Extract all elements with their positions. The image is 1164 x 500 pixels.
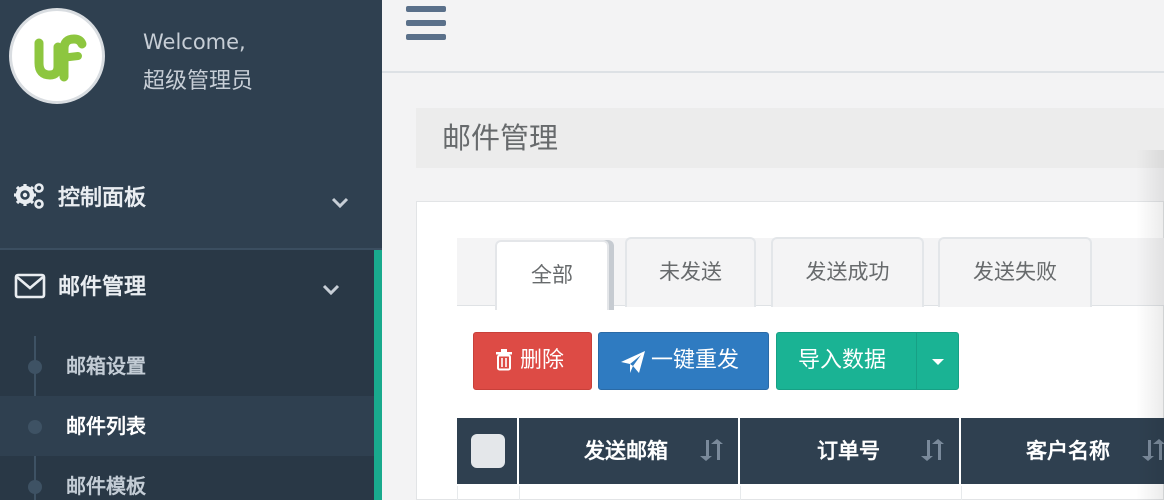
- sort-icon: [700, 439, 723, 461]
- import-dropdown-toggle[interactable]: [916, 332, 959, 390]
- tab-all[interactable]: 全部: [495, 240, 609, 310]
- column-header-label: 订单号: [817, 439, 880, 463]
- submenu-item-label: 邮箱设置: [66, 354, 146, 378]
- user-profile: Welcome, 超级管理员: [0, 0, 382, 170]
- envelope-icon: [14, 273, 46, 299]
- sidebar-item-mail-management[interactable]: 邮件管理: [0, 250, 382, 326]
- column-header-customer-name[interactable]: 客户名称: [961, 418, 1164, 484]
- import-data-button-label: 导入数据: [798, 348, 887, 373]
- delete-button[interactable]: 删除: [473, 332, 592, 390]
- select-all-checkbox[interactable]: [471, 434, 505, 468]
- logo-icon: [34, 34, 87, 82]
- column-header-order-number[interactable]: 订单号: [740, 418, 961, 484]
- chevron-down-icon: [322, 284, 340, 296]
- tab-sent-success[interactable]: 发送成功: [771, 237, 924, 307]
- submenu-item-mail-list[interactable]: 邮件列表: [0, 396, 374, 456]
- top-navbar: [382, 0, 1164, 73]
- content-panel: 全部 未发送 发送成功 发送失败 删除 一键重发 导入数据 发送邮箱 订单号 客…: [416, 201, 1164, 500]
- column-header-label: 发送邮箱: [584, 439, 668, 463]
- trash-icon: [496, 349, 512, 371]
- tab-sent-failed[interactable]: 发送失败: [938, 237, 1092, 307]
- cell-divider: [961, 486, 962, 500]
- tree-node-dot: [28, 420, 42, 434]
- page-title: 邮件管理: [442, 121, 559, 155]
- mail-submenu: 邮箱设置 邮件列表 邮件模板: [0, 326, 374, 500]
- avatar[interactable]: [9, 8, 105, 104]
- cell-divider: [519, 486, 520, 500]
- tree-node-dot: [28, 480, 42, 494]
- welcome-text: Welcome,: [143, 30, 246, 54]
- caret-down-icon: [932, 359, 944, 365]
- submenu-item-mailbox-settings[interactable]: 邮箱设置: [0, 336, 374, 396]
- submenu-item-label: 邮件列表: [66, 414, 146, 438]
- overlay-shadow: [1136, 150, 1164, 500]
- column-header-sender-email[interactable]: 发送邮箱: [519, 418, 740, 484]
- gears-icon: [14, 183, 44, 209]
- select-all-header: [457, 418, 519, 484]
- sidebar-item-dashboard[interactable]: 控制面板: [0, 164, 382, 248]
- tree-node-dot: [28, 360, 42, 374]
- cell-divider: [740, 486, 741, 500]
- hamburger-icon[interactable]: [406, 6, 448, 42]
- tab-unsent[interactable]: 未发送: [625, 237, 756, 307]
- submenu-item-mail-templates[interactable]: 邮件模板: [0, 456, 374, 500]
- active-menu-accent: [374, 250, 382, 500]
- sidebar-item-label: 邮件管理: [58, 275, 147, 300]
- resend-all-button-label: 一键重发: [651, 348, 740, 373]
- sidebar-item-label: 控制面板: [58, 186, 147, 211]
- table-row: [457, 486, 1164, 500]
- submenu-item-label: 邮件模板: [66, 474, 146, 498]
- column-header-label: 客户名称: [1026, 439, 1110, 463]
- delete-button-label: 删除: [520, 348, 565, 373]
- paper-plane-icon: [621, 351, 645, 373]
- resend-all-button[interactable]: 一键重发: [598, 332, 769, 390]
- table-header: 发送邮箱 订单号 客户名称: [457, 418, 1164, 484]
- sort-icon: [921, 439, 944, 461]
- user-name[interactable]: 超级管理员: [143, 68, 253, 96]
- chevron-down-icon: [331, 197, 349, 209]
- page-heading: 邮件管理: [416, 108, 1164, 168]
- import-data-button[interactable]: 导入数据: [776, 332, 917, 390]
